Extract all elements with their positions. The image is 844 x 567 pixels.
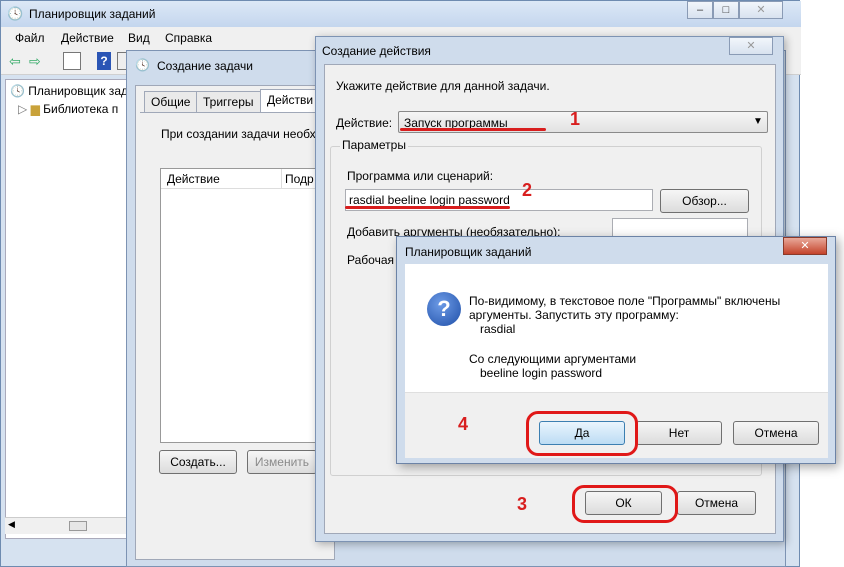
main-window-buttons: – □ ✕ (687, 1, 783, 19)
action-list[interactable]: Действие Подр (160, 168, 321, 443)
create-button[interactable]: Создать... (159, 450, 237, 474)
action-label: Действие: (336, 116, 393, 130)
annotation-1: 1 (570, 109, 581, 129)
help-icon[interactable]: ? (97, 52, 111, 70)
dialog-body: ? По-видимому, в текстовое поле "Програм… (405, 264, 828, 392)
edit-button[interactable]: Изменить (247, 450, 317, 474)
annotation-4: 4 (458, 414, 469, 434)
tree-library[interactable]: ▷ ▆ Библиотека п (18, 102, 118, 116)
action-prompt: Укажите действие для данной задачи. (336, 79, 550, 93)
clock-icon: 🕓 (135, 58, 150, 72)
action-title: Создание действия (322, 44, 431, 58)
dialog-args: beeline login password (480, 366, 603, 380)
chevron-down-icon[interactable]: ▼ (753, 116, 763, 127)
annotation-oval-yes (526, 411, 638, 456)
task-hint: При создании задачи необх (161, 127, 316, 141)
tab-triggers[interactable]: Триггеры (196, 91, 261, 113)
dialog-program: rasdial (480, 322, 516, 336)
browse-button[interactable]: Обзор... (660, 189, 749, 213)
workdir-label: Рабочая (347, 253, 394, 267)
menu-file[interactable]: Файл (15, 31, 45, 45)
scroll-left-icon[interactable]: ◀ (8, 519, 15, 530)
dialog-title: Планировщик заданий (405, 245, 532, 259)
dialog-message-line1: По-видимому, в текстовое поле "Программы… (469, 294, 781, 308)
minimize-icon[interactable]: – (687, 1, 713, 19)
main-title-bar: 🕓 Планировщик заданий – □ ✕ (1, 1, 801, 27)
dialog-cancel-button[interactable]: Отмена (733, 421, 819, 445)
action-close-icon[interactable]: ✕ (729, 37, 773, 55)
menu-help[interactable]: Справка (165, 31, 212, 45)
annotation-oval-ok (572, 485, 678, 523)
annotation-underline-1 (400, 128, 546, 131)
params-group-label: Параметры (340, 138, 408, 152)
expand-icon[interactable]: ▷ (18, 102, 27, 116)
question-icon: ? (427, 292, 461, 326)
tab-actions[interactable]: Действи (260, 89, 321, 113)
action-list-header: Действие Подр (161, 169, 321, 189)
console-icon[interactable] (63, 52, 81, 70)
back-icon[interactable]: ⇦ (9, 53, 21, 70)
column-details[interactable]: Подр (285, 172, 314, 186)
dialog-close-icon[interactable]: ✕ (783, 237, 827, 255)
folder-icon: ▆ (30, 102, 40, 116)
tab-divider (140, 112, 320, 113)
clock-icon: 🕓 (7, 6, 24, 21)
dialog-args-intro: Со следующими аргументами (469, 352, 637, 366)
tab-general[interactable]: Общие (144, 91, 198, 113)
program-label: Программа или сценарий: (347, 169, 494, 183)
scroll-thumb[interactable] (69, 521, 87, 531)
dialog-message-line2: аргументы. Запустить эту программу: (469, 308, 679, 322)
program-input-value: rasdial beeline login password (349, 193, 510, 207)
column-divider (281, 169, 282, 189)
menu-view[interactable]: Вид (128, 31, 150, 45)
forward-icon[interactable]: ⇨ (29, 53, 41, 70)
menu-action[interactable]: Действие (61, 31, 114, 45)
annotation-underline-2 (345, 206, 510, 209)
cancel-button[interactable]: Отмена (677, 491, 756, 515)
close-icon[interactable]: ✕ (739, 1, 783, 19)
tree-root[interactable]: 🕓 Планировщик зада (10, 84, 135, 98)
annotation-2: 2 (522, 180, 533, 200)
clock-icon: 🕓 (10, 84, 25, 98)
column-action[interactable]: Действие (167, 172, 220, 186)
maximize-icon[interactable]: □ (713, 1, 739, 19)
main-title: Планировщик заданий (29, 7, 156, 21)
task-title: Создание задачи (157, 59, 253, 73)
no-button[interactable]: Нет (636, 421, 722, 445)
annotation-3: 3 (517, 494, 528, 514)
